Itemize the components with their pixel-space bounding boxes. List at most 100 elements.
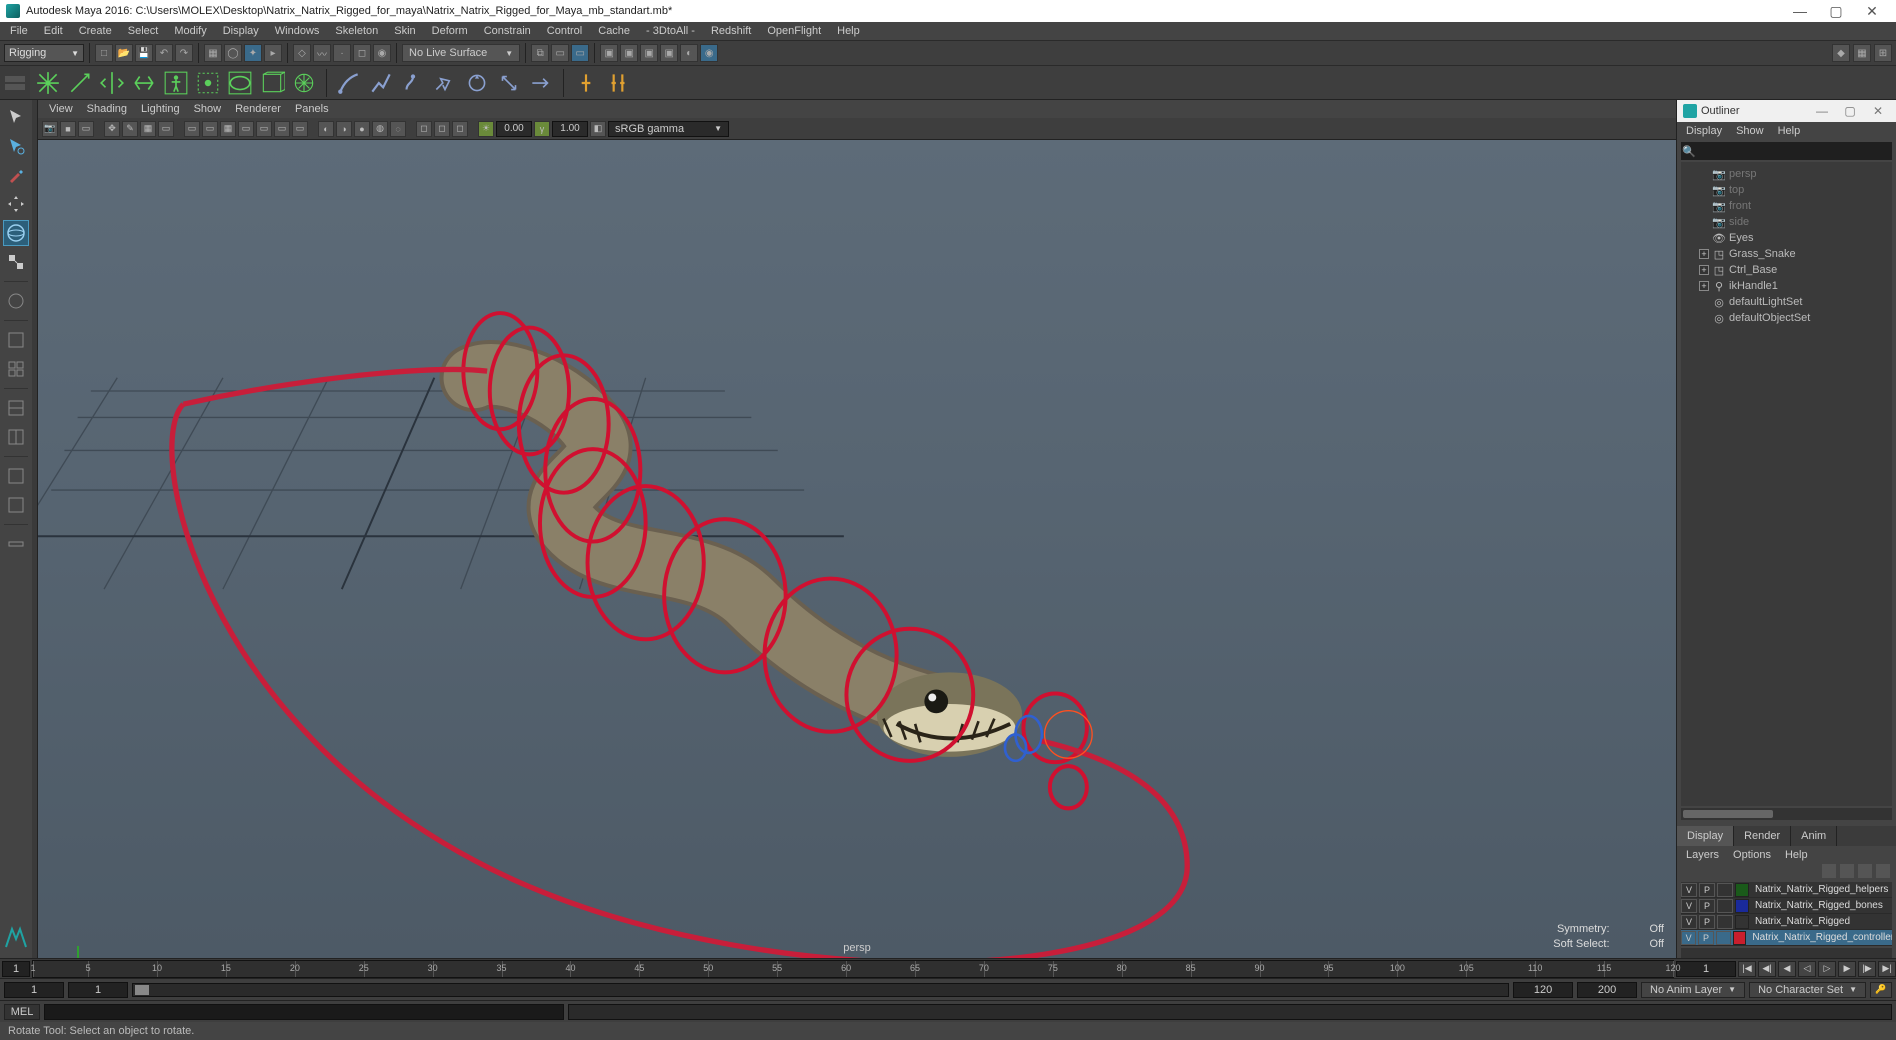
select-mode-icon[interactable]: ▦ — [204, 44, 222, 62]
outliner-menu-display[interactable]: Display — [1681, 125, 1727, 137]
vp-film-gate-icon[interactable]: ▭ — [158, 121, 174, 137]
shelf-marker-b-icon[interactable] — [604, 69, 632, 97]
time-slider-track[interactable]: 1510152025303540455055606570758085909510… — [32, 960, 1674, 978]
snap-point-icon[interactable]: · — [333, 44, 351, 62]
layer-display-type[interactable] — [1717, 915, 1733, 929]
layout-c-icon[interactable] — [3, 463, 29, 489]
step-back-icon[interactable]: ◀ — [1778, 961, 1796, 977]
shelf-lattice-icon[interactable] — [258, 69, 286, 97]
expand-icon[interactable]: + — [1699, 265, 1709, 275]
toggle-icon-b[interactable]: ▭ — [571, 44, 589, 62]
character-set-dropdown[interactable]: No Character Set ▼ — [1749, 982, 1866, 998]
redo-icon[interactable]: ↷ — [175, 44, 193, 62]
command-input[interactable] — [44, 1004, 564, 1020]
vp-wireframe-icon[interactable]: ▭ — [274, 121, 290, 137]
paint-tool-icon[interactable] — [3, 162, 29, 188]
shelf-tabs-strip[interactable] — [0, 66, 30, 99]
layer-playback-toggle[interactable]: P — [1699, 915, 1715, 929]
outliner-menu-show[interactable]: Show — [1731, 125, 1769, 137]
menu-skin[interactable]: Skin — [388, 25, 421, 37]
outliner-item-eyes[interactable]: 👁Eyes — [1681, 230, 1892, 246]
layer-visible-toggle[interactable]: V — [1681, 883, 1697, 897]
outliner-minimize-icon[interactable]: — — [1810, 104, 1834, 118]
select-tool-icon[interactable] — [3, 104, 29, 130]
shelf-freeze-icon[interactable] — [130, 69, 158, 97]
layer-row[interactable]: V P Natrix_Natrix_Rigged_helpers — [1681, 882, 1892, 898]
layer-display-type[interactable] — [1716, 931, 1731, 945]
maximize-button[interactable]: ▢ — [1818, 3, 1854, 20]
shelf-joint-icon[interactable] — [194, 69, 222, 97]
vp-menu-lighting[interactable]: Lighting — [136, 103, 185, 115]
vp-menu-show[interactable]: Show — [189, 103, 227, 115]
vp-image-plane-icon[interactable]: ▭ — [78, 121, 94, 137]
shelf-humanik-icon[interactable] — [162, 69, 190, 97]
vp-ao-icon[interactable]: ● — [354, 121, 370, 137]
outliner-h-scrollbar[interactable] — [1681, 808, 1892, 820]
vp-grease-icon[interactable]: ✎ — [122, 121, 138, 137]
menu-help[interactable]: Help — [831, 25, 866, 37]
layer-playback-toggle[interactable]: P — [1699, 883, 1715, 897]
step-forward-key-icon[interactable]: |▶ — [1858, 961, 1876, 977]
close-button[interactable]: ✕ — [1854, 3, 1890, 20]
layout-b-icon[interactable] — [3, 424, 29, 450]
shelf-snap-origin-icon[interactable] — [34, 69, 62, 97]
toggle-icon-a[interactable]: ▭ — [551, 44, 569, 62]
snap-curve-icon[interactable]: 〰 — [313, 44, 331, 62]
menu-redshift[interactable]: Redshift — [705, 25, 757, 37]
new-scene-icon[interactable]: □ — [95, 44, 113, 62]
modeling-toolkit-icon[interactable]: ▦ — [1853, 44, 1871, 62]
vp-menu-shading[interactable]: Shading — [82, 103, 132, 115]
vp-camera-select-icon[interactable]: 📷 — [42, 121, 58, 137]
open-scene-icon[interactable]: 📂 — [115, 44, 133, 62]
lasso-tool-icon[interactable] — [3, 133, 29, 159]
select-hierarchy-icon[interactable]: ▸ — [264, 44, 282, 62]
layer-row[interactable]: V P Natrix_Natrix_Rigged_controllers — [1681, 930, 1892, 946]
layer-color-swatch[interactable] — [1735, 915, 1749, 929]
vp-xray-icon[interactable]: ◻ — [434, 121, 450, 137]
menu-control[interactable]: Control — [541, 25, 588, 37]
time-slider[interactable]: 1 15101520253035404550556065707580859095… — [0, 958, 1896, 978]
shelf-bind-skin-icon[interactable] — [226, 69, 254, 97]
snap-live-icon[interactable]: ◉ — [373, 44, 391, 62]
layer-menu-options[interactable]: Options — [1728, 849, 1776, 861]
layout-e-icon[interactable] — [3, 531, 29, 557]
live-surface-dropdown[interactable]: No Live Surface▼ — [402, 44, 520, 62]
anim-layer-dropdown[interactable]: No Anim Layer ▼ — [1641, 982, 1745, 998]
layer-playback-toggle[interactable]: P — [1698, 931, 1713, 945]
vp-view-transform-icon[interactable]: ◧ — [590, 121, 606, 137]
workspace-mode-dropdown[interactable]: Rigging ▼ — [4, 44, 84, 62]
snap-plane-icon[interactable]: ◻ — [353, 44, 371, 62]
layer-color-swatch[interactable] — [1735, 899, 1749, 913]
command-language-label[interactable]: MEL — [4, 1004, 40, 1020]
auto-key-icon[interactable]: 🔑 — [1870, 982, 1892, 998]
outliner-tree[interactable]: 📷persp 📷top 📷front 📷side 👁Eyes +◳Grass_S… — [1681, 162, 1892, 806]
vp-gamma-value[interactable]: 1.00 — [552, 121, 588, 137]
vp-exposure-value[interactable]: 0.00 — [496, 121, 532, 137]
vp-2d-pan-icon[interactable]: ✥ — [104, 121, 120, 137]
menu-modify[interactable]: Modify — [168, 25, 212, 37]
layer-color-swatch[interactable] — [1733, 931, 1746, 945]
layer-visible-toggle[interactable]: V — [1681, 899, 1697, 913]
light-editor-icon[interactable]: ◉ — [700, 44, 718, 62]
construction-history-icon[interactable]: ⧉ — [531, 44, 549, 62]
menu-edit[interactable]: Edit — [38, 25, 69, 37]
range-end-inner[interactable]: 120 — [1513, 982, 1573, 998]
outliner-menu-help[interactable]: Help — [1773, 125, 1806, 137]
minimize-button[interactable]: — — [1782, 3, 1818, 19]
go-to-start-icon[interactable]: |◀ — [1738, 961, 1756, 977]
play-forward-icon[interactable]: ▷ — [1818, 961, 1836, 977]
tab-anim[interactable]: Anim — [1791, 826, 1837, 846]
vp-field-chart-icon[interactable]: ▦ — [220, 121, 236, 137]
outliner-maximize-icon[interactable]: ▢ — [1838, 104, 1862, 118]
step-back-key-icon[interactable]: ◀| — [1758, 961, 1776, 977]
shelf-constraint-orient-icon[interactable] — [463, 69, 491, 97]
rotate-tool-icon[interactable] — [3, 220, 29, 246]
outliner-item-ctrl-base[interactable]: +◳Ctrl_Base — [1681, 262, 1892, 278]
layer-menu-help[interactable]: Help — [1780, 849, 1813, 861]
vp-safe-title-icon[interactable]: ▭ — [256, 121, 272, 137]
layer-playback-toggle[interactable]: P — [1699, 899, 1715, 913]
vp-aa-icon[interactable]: ◌ — [390, 121, 406, 137]
layout-d-icon[interactable] — [3, 492, 29, 518]
menu-file[interactable]: File — [4, 25, 34, 37]
shelf-constraint-scale-icon[interactable] — [495, 69, 523, 97]
